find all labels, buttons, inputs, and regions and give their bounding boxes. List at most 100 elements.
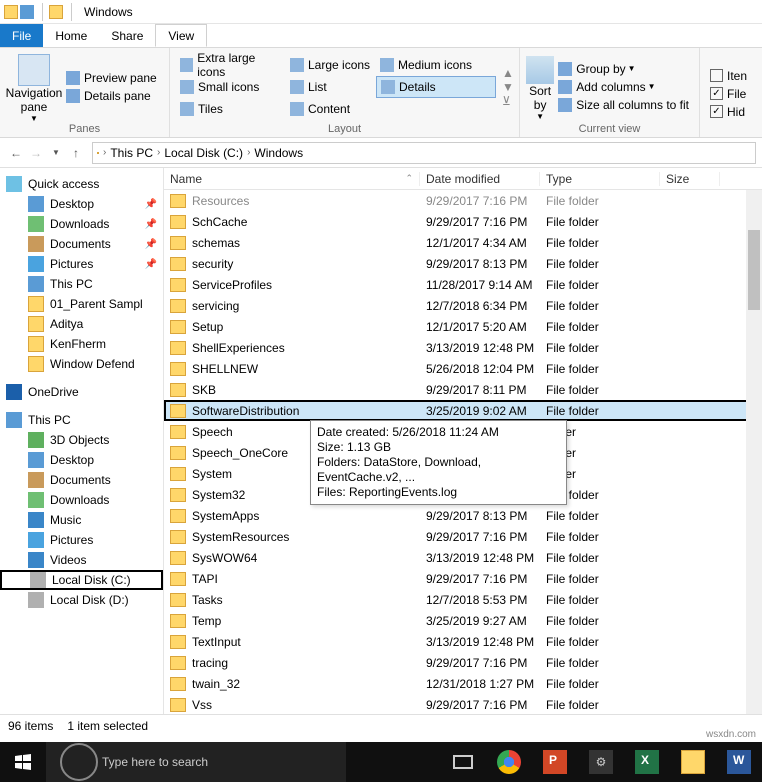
table-row[interactable]: Vss9/29/2017 7:16 PMFile folder bbox=[164, 694, 762, 715]
taskview-button[interactable] bbox=[440, 742, 486, 782]
tab-home[interactable]: Home bbox=[43, 24, 99, 47]
table-row[interactable]: SchCache9/29/2017 7:16 PMFile folder bbox=[164, 211, 762, 232]
sidebar-localdisk-c[interactable]: Local Disk (C:) bbox=[0, 570, 163, 590]
add-columns-button[interactable]: Add columns▼ bbox=[554, 78, 693, 96]
scroll-up-icon[interactable]: ▲ bbox=[502, 66, 514, 80]
table-row[interactable]: Tasks12/7/2018 5:53 PMFile folder bbox=[164, 589, 762, 610]
cell-date: 9/29/2017 8:11 PM bbox=[420, 383, 540, 397]
table-row[interactable]: TAPI9/29/2017 7:16 PMFile folder bbox=[164, 568, 762, 589]
sidebar-documents2[interactable]: Documents bbox=[0, 470, 163, 490]
table-row[interactable]: SystemResources9/29/2017 7:16 PMFile fol… bbox=[164, 526, 762, 547]
sidebar-documents[interactable]: Documents📌 bbox=[0, 234, 163, 254]
scroll-down-icon[interactable]: ▼ bbox=[502, 80, 514, 94]
file-name: System bbox=[192, 467, 232, 481]
table-row[interactable]: TextInput3/13/2019 12:48 PMFile folder bbox=[164, 631, 762, 652]
table-row[interactable]: servicing12/7/2018 6:34 PMFile folder bbox=[164, 295, 762, 316]
breadcrumb-bar[interactable]: › This PC› Local Disk (C:)› Windows bbox=[92, 142, 756, 164]
sidebar-ken[interactable]: KenFherm bbox=[0, 334, 163, 354]
sidebar-thispc[interactable]: This PC bbox=[0, 274, 163, 294]
layout-xl-icons[interactable]: Extra large icons bbox=[176, 54, 286, 76]
table-row[interactable]: Resources9/29/2017 7:16 PMFile folder bbox=[164, 190, 762, 211]
label: Hid bbox=[727, 105, 745, 119]
sidebar-music[interactable]: Music bbox=[0, 510, 163, 530]
start-button[interactable] bbox=[0, 742, 46, 782]
sidebar-thispc2[interactable]: This PC bbox=[0, 410, 163, 430]
layout-details[interactable]: Details bbox=[376, 76, 496, 98]
size-columns-button[interactable]: Size all columns to fit bbox=[554, 96, 693, 114]
layout-small-icons[interactable]: Small icons bbox=[176, 76, 286, 98]
file-ext-checkbox[interactable]: ✓File bbox=[706, 85, 756, 103]
col-type[interactable]: Type bbox=[540, 172, 660, 186]
table-row[interactable]: SystemApps9/29/2017 8:13 PMFile folder bbox=[164, 505, 762, 526]
layout-tiles[interactable]: Tiles bbox=[176, 98, 286, 120]
crumb-windows[interactable]: Windows bbox=[254, 146, 303, 160]
table-row[interactable]: SHELLNEW5/26/2018 12:04 PMFile folder bbox=[164, 358, 762, 379]
navigation-pane-button[interactable]: Navigation pane ▼ bbox=[6, 50, 62, 123]
col-date[interactable]: Date modified bbox=[420, 172, 540, 186]
tab-share[interactable]: Share bbox=[99, 24, 155, 47]
tab-file[interactable]: File bbox=[0, 24, 43, 47]
crumb-thispc[interactable]: This PC› bbox=[110, 146, 164, 160]
settings-button[interactable]: ⚙ bbox=[578, 742, 624, 782]
excel-button[interactable] bbox=[624, 742, 670, 782]
save-icon[interactable] bbox=[20, 5, 34, 19]
table-row[interactable]: Temp3/25/2019 9:27 AMFile folder bbox=[164, 610, 762, 631]
table-row[interactable]: schemas12/1/2017 4:34 AMFile folder bbox=[164, 232, 762, 253]
search-box[interactable]: Type here to search bbox=[46, 742, 346, 782]
up-button[interactable]: ↑ bbox=[66, 143, 86, 163]
layout-large-icons[interactable]: Large icons bbox=[286, 54, 376, 76]
sidebar-onedrive[interactable]: OneDrive bbox=[0, 382, 163, 402]
scroll-thumb[interactable] bbox=[748, 230, 760, 310]
forward-button[interactable]: → bbox=[26, 143, 46, 163]
table-row[interactable]: tracing9/29/2017 7:16 PMFile folder bbox=[164, 652, 762, 673]
col-name[interactable]: Name⌃ bbox=[164, 172, 420, 186]
table-row[interactable]: ShellExperiences3/13/2019 12:48 PMFile f… bbox=[164, 337, 762, 358]
preview-pane-button[interactable]: Preview pane bbox=[62, 69, 161, 87]
sidebar-videos[interactable]: Videos bbox=[0, 550, 163, 570]
sidebar-localdisk-d[interactable]: Local Disk (D:) bbox=[0, 590, 163, 610]
sidebar-downloads[interactable]: Downloads📌 bbox=[0, 214, 163, 234]
addcol-icon bbox=[558, 80, 572, 94]
file-name: SysWOW64 bbox=[192, 551, 257, 565]
col-size[interactable]: Size bbox=[660, 172, 720, 186]
layout-medium-icons[interactable]: Medium icons bbox=[376, 54, 496, 76]
table-row[interactable]: SoftwareDistribution3/25/2019 9:02 AMFil… bbox=[164, 400, 762, 421]
group-by-button[interactable]: Group by▼ bbox=[554, 60, 693, 78]
sidebar-desktop2[interactable]: Desktop bbox=[0, 450, 163, 470]
sidebar-desktop[interactable]: Desktop📌 bbox=[0, 194, 163, 214]
expand-icon[interactable]: ⊻ bbox=[502, 94, 514, 108]
tab-view[interactable]: View bbox=[155, 24, 207, 47]
sidebar-defend[interactable]: Window Defend bbox=[0, 354, 163, 374]
back-button[interactable]: ← bbox=[6, 143, 26, 163]
table-row[interactable]: twain_3212/31/2018 1:27 PMFile folder bbox=[164, 673, 762, 694]
word-button[interactable] bbox=[716, 742, 762, 782]
chrome-button[interactable] bbox=[486, 742, 532, 782]
recent-button[interactable]: ▼ bbox=[46, 143, 66, 163]
powerpoint-button[interactable] bbox=[532, 742, 578, 782]
table-row[interactable]: security9/29/2017 8:13 PMFile folder bbox=[164, 253, 762, 274]
table-row[interactable]: ServiceProfiles11/28/2017 9:14 AMFile fo… bbox=[164, 274, 762, 295]
quick-access[interactable]: Quick access bbox=[0, 174, 163, 194]
sidebar-downloads2[interactable]: Downloads bbox=[0, 490, 163, 510]
table-row[interactable]: SysWOW643/13/2019 12:48 PMFile folder bbox=[164, 547, 762, 568]
sidebar-pictures2[interactable]: Pictures bbox=[0, 530, 163, 550]
item-checkbox[interactable]: Iten bbox=[706, 67, 756, 85]
sidebar-pictures[interactable]: Pictures📌 bbox=[0, 254, 163, 274]
sidebar-parent[interactable]: 01_Parent Sampl bbox=[0, 294, 163, 314]
sidebar-3dobjects[interactable]: 3D Objects bbox=[0, 430, 163, 450]
details-pane-button[interactable]: Details pane bbox=[62, 87, 161, 105]
explorer-button[interactable] bbox=[670, 742, 716, 782]
scrollbar[interactable] bbox=[746, 190, 762, 714]
folder-icon bbox=[170, 257, 186, 271]
layout-list[interactable]: List bbox=[286, 76, 376, 98]
hidden-checkbox[interactable]: ✓Hid bbox=[706, 103, 756, 121]
3d-icon bbox=[28, 432, 44, 448]
file-name: TextInput bbox=[192, 635, 241, 649]
sort-by-button[interactable]: Sort by ▼ bbox=[526, 50, 554, 123]
crumb-sep[interactable]: › bbox=[99, 147, 110, 158]
table-row[interactable]: SKB9/29/2017 8:11 PMFile folder bbox=[164, 379, 762, 400]
crumb-localdisk[interactable]: Local Disk (C:)› bbox=[164, 146, 254, 160]
layout-content[interactable]: Content bbox=[286, 98, 376, 120]
table-row[interactable]: Setup12/1/2017 5:20 AMFile folder bbox=[164, 316, 762, 337]
sidebar-aditya[interactable]: Aditya bbox=[0, 314, 163, 334]
